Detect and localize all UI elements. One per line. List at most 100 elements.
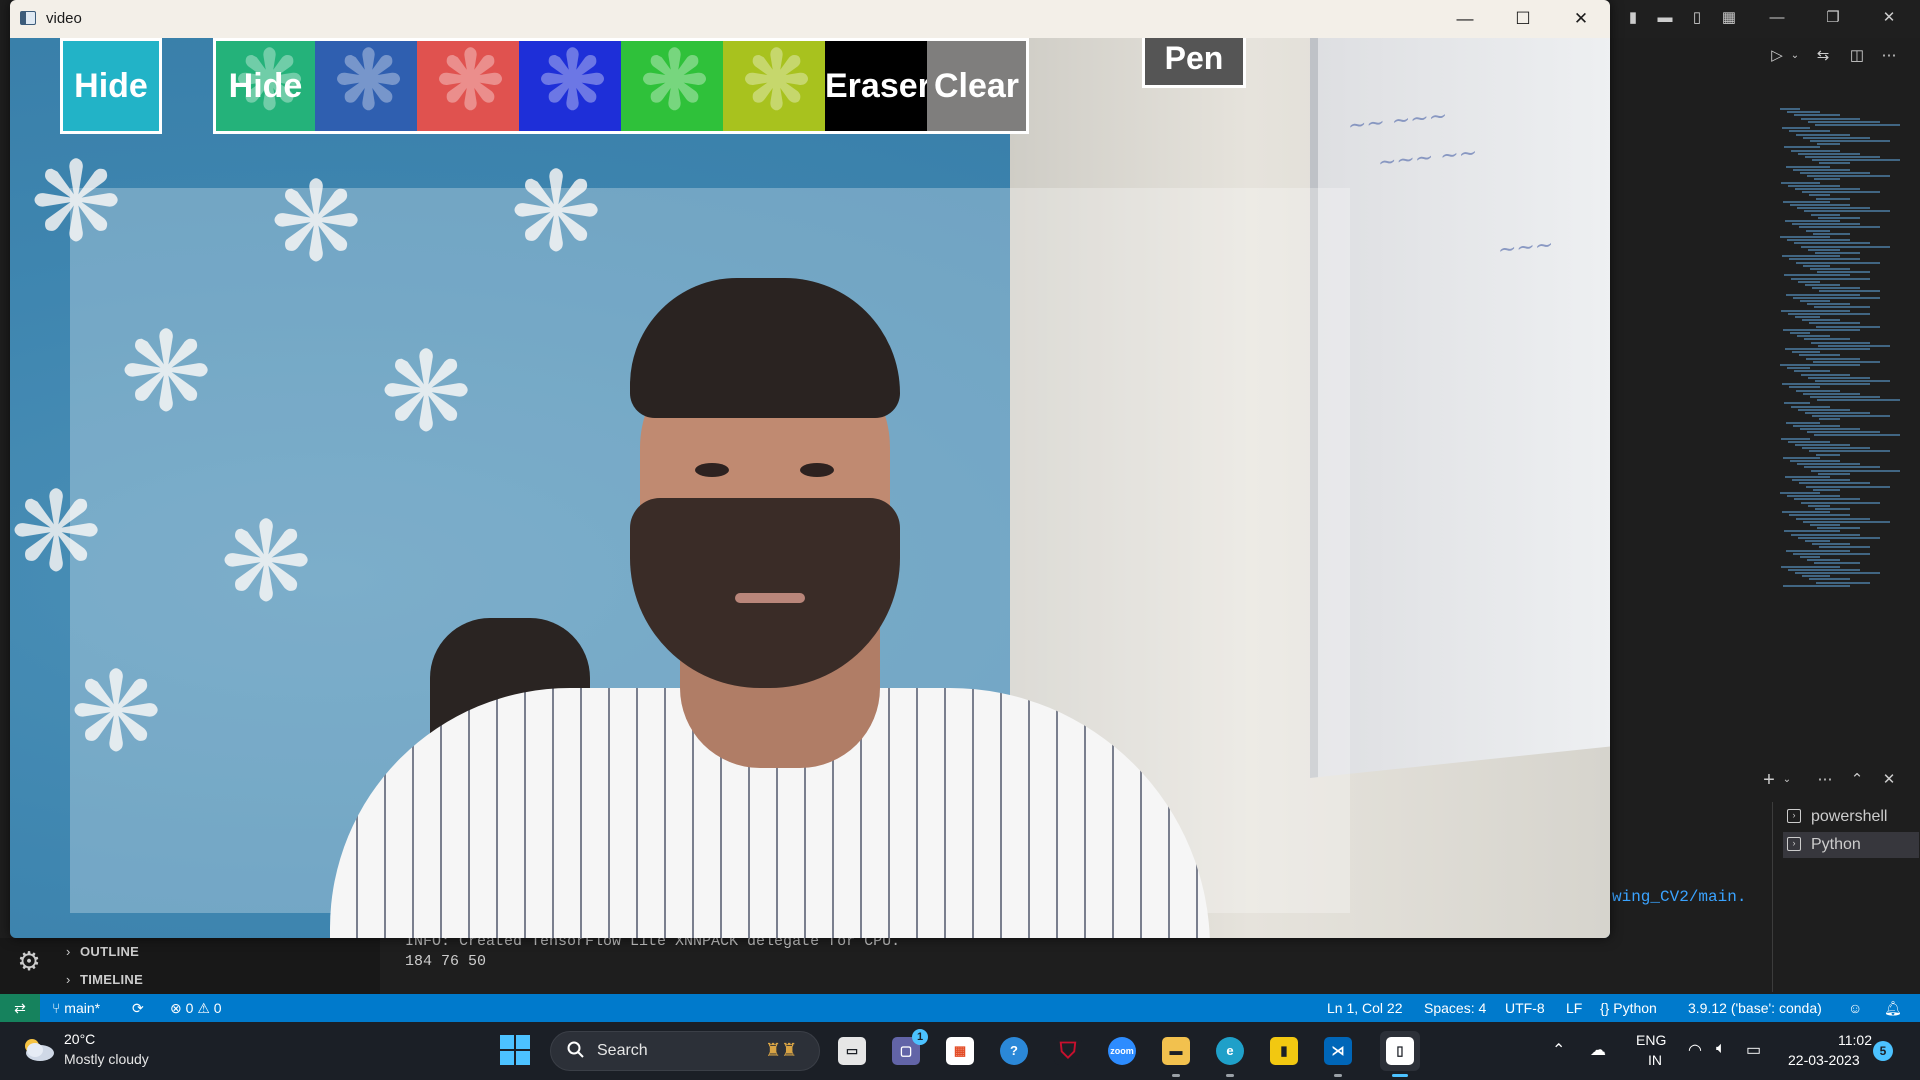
minimap-line [1789, 258, 1860, 261]
color-swatch-green[interactable]: ❋ [621, 38, 723, 134]
wifi-icon[interactable]: ◠ [1688, 1040, 1702, 1060]
more-actions-icon[interactable]: ⋯ [1880, 48, 1898, 64]
section-label: OUTLINE [80, 944, 140, 959]
chevron-down-icon[interactable]: ⌄ [1786, 48, 1804, 64]
timeline-section[interactable]: › TIMELINE [66, 972, 143, 987]
minimap-line [1817, 271, 1870, 274]
minimap-line [1816, 453, 1840, 456]
sync-icon[interactable]: ⟳ [132, 994, 144, 1022]
toggle-secondary-sidebar-icon[interactable]: ▯ [1688, 10, 1706, 26]
taskbar: 20°C Mostly cloudy Search ♜♜ ▭ ▢ 1 ▦ ? ⛉… [0, 1022, 1920, 1080]
language-mode[interactable]: {} Python [1600, 994, 1657, 1022]
maximize-panel-icon[interactable]: ⌃ [1848, 772, 1866, 788]
whiteboard-scribble: ~~~ ~~ [1378, 140, 1478, 176]
taskbar-search[interactable]: Search ♜♜ [550, 1031, 820, 1071]
onedrive-cloud-icon[interactable]: ☁ [1590, 1040, 1606, 1060]
store-button[interactable]: ▦ [940, 1031, 980, 1071]
minimap-line [1791, 277, 1870, 280]
minimap-line [1808, 504, 1830, 507]
terminal-item-python[interactable]: › Python [1783, 832, 1919, 858]
feedback-icon[interactable]: ☺ [1848, 994, 1862, 1022]
restore-icon[interactable]: ❐ [1824, 10, 1842, 26]
color-swatch-red[interactable]: ❋ [417, 38, 519, 134]
help-button[interactable]: ? [994, 1031, 1034, 1071]
remote-indicator-icon[interactable]: ⇄ [0, 994, 40, 1022]
maximize-button[interactable]: ☐ [1494, 0, 1552, 38]
language-indicator[interactable]: ENG [1636, 1032, 1666, 1048]
hide-button[interactable]: Hide [60, 38, 162, 134]
minimap-line [1785, 220, 1840, 222]
vscode-button[interactable]: ⋊ [1318, 1031, 1358, 1077]
power-bi-button[interactable]: ▮ [1264, 1031, 1304, 1071]
close-icon[interactable]: ✕ [1880, 10, 1898, 26]
battery-icon[interactable]: ▭ [1746, 1040, 1761, 1060]
minimap-line [1781, 565, 1840, 568]
outline-section[interactable]: › OUTLINE [66, 944, 139, 959]
clock-date[interactable]: 22-03-2023 [1788, 1052, 1860, 1068]
notification-badge[interactable]: 5 [1873, 1041, 1893, 1061]
mcafee-button[interactable]: ⛉ [1048, 1031, 1088, 1071]
teams-chat-button[interactable]: ▢ 1 [886, 1029, 928, 1071]
minimap-line [1785, 348, 1870, 350]
color-swatch-dark-blue[interactable]: ❋ [519, 38, 621, 134]
minimap-line [1781, 309, 1850, 312]
minimap-line [1788, 184, 1840, 187]
file-explorer-button[interactable]: ▬ [1156, 1031, 1196, 1077]
show-hidden-icons-icon[interactable]: ⌃ [1552, 1040, 1565, 1060]
color-swatch-blue[interactable]: ❋ [315, 38, 417, 134]
vscode-titlebar: ▮ ▬ ▯ ▦ — ❐ ✕ [1610, 0, 1920, 38]
python-interpreter[interactable]: 3.9.12 ('base': conda) [1688, 994, 1822, 1022]
split-editor-icon[interactable]: ◫ [1848, 48, 1866, 64]
clear-button[interactable]: Clear [927, 38, 1029, 134]
minimap-line [1817, 143, 1840, 146]
manage-gear-icon[interactable]: ⚙ [14, 946, 44, 976]
clock-time[interactable]: 11:02 [1838, 1032, 1872, 1048]
hide-label: Hide [228, 67, 303, 105]
region-indicator[interactable]: IN [1648, 1052, 1662, 1068]
minimap-line [1793, 424, 1840, 427]
minimap-line [1803, 136, 1870, 139]
encoding[interactable]: UTF-8 [1505, 994, 1545, 1022]
minimize-button[interactable]: — [1436, 0, 1494, 38]
terminal-dropdown-icon[interactable]: ⌄ [1778, 772, 1796, 788]
start-button[interactable] [500, 1035, 530, 1065]
close-button[interactable]: ✕ [1552, 0, 1610, 38]
color-swatch-yellow-green[interactable]: ❋ [723, 38, 825, 134]
zoom-button[interactable]: zoom [1102, 1031, 1142, 1071]
new-terminal-icon[interactable]: + [1760, 770, 1778, 790]
branch-indicator[interactable]: ⑂ main* [52, 994, 100, 1022]
customize-layout-icon[interactable]: ▦ [1720, 10, 1738, 26]
cursor-position[interactable]: Ln 1, Col 22 [1327, 994, 1403, 1022]
eraser-button[interactable]: Eraser [825, 38, 927, 134]
terminal-item-powershell[interactable]: › powershell [1783, 804, 1919, 830]
minimap-line [1811, 213, 1840, 216]
line-ending[interactable]: LF [1566, 994, 1582, 1022]
terminal-output: INFO: Created TensorFlow Lite XNNPACK de… [405, 932, 900, 972]
pen-mode-indicator[interactable]: Pen [1142, 38, 1246, 88]
task-view-button[interactable]: ▭ [832, 1031, 872, 1071]
volume-icon[interactable]: 🔈︎ [1716, 1040, 1726, 1058]
close-panel-icon[interactable]: ✕ [1880, 772, 1898, 788]
minimap[interactable] [1780, 108, 1910, 598]
toggle-panel-icon[interactable]: ▬ [1656, 10, 1674, 26]
minimap-line [1816, 325, 1880, 328]
toggle-primary-sidebar-icon[interactable]: ▮ [1624, 10, 1642, 26]
minimize-icon[interactable]: — [1768, 10, 1786, 26]
terminal-more-icon[interactable]: ⋯ [1816, 772, 1834, 788]
minimap-line [1807, 303, 1850, 306]
bell-icon[interactable]: 🔔︎ [1884, 994, 1902, 1022]
problems-indicator[interactable]: ⊗ 0 ⚠ 0 [170, 994, 222, 1022]
video-app-button[interactable]: ▯ [1380, 1031, 1420, 1077]
hide-color-button[interactable]: ❋ Hide [213, 38, 315, 134]
minimap-line [1789, 130, 1830, 133]
minimap-line [1786, 165, 1830, 168]
minimap-line [1784, 274, 1850, 277]
minimap-line [1814, 562, 1860, 565]
minimap-line [1792, 479, 1850, 482]
indentation[interactable]: Spaces: 4 [1424, 994, 1486, 1022]
edge-button[interactable]: e [1210, 1031, 1250, 1077]
run-icon[interactable]: ▷ [1768, 48, 1786, 64]
camera-feed[interactable]: ~~ ~~~ ~~~ ~~ ~~~ ❋ ❋ ❋ ❋ ❋ ❋ ❋ ❋ Hide ❋… [10, 38, 1610, 938]
minimap-line [1800, 172, 1870, 174]
compare-changes-icon[interactable]: ⇆ [1814, 48, 1832, 64]
